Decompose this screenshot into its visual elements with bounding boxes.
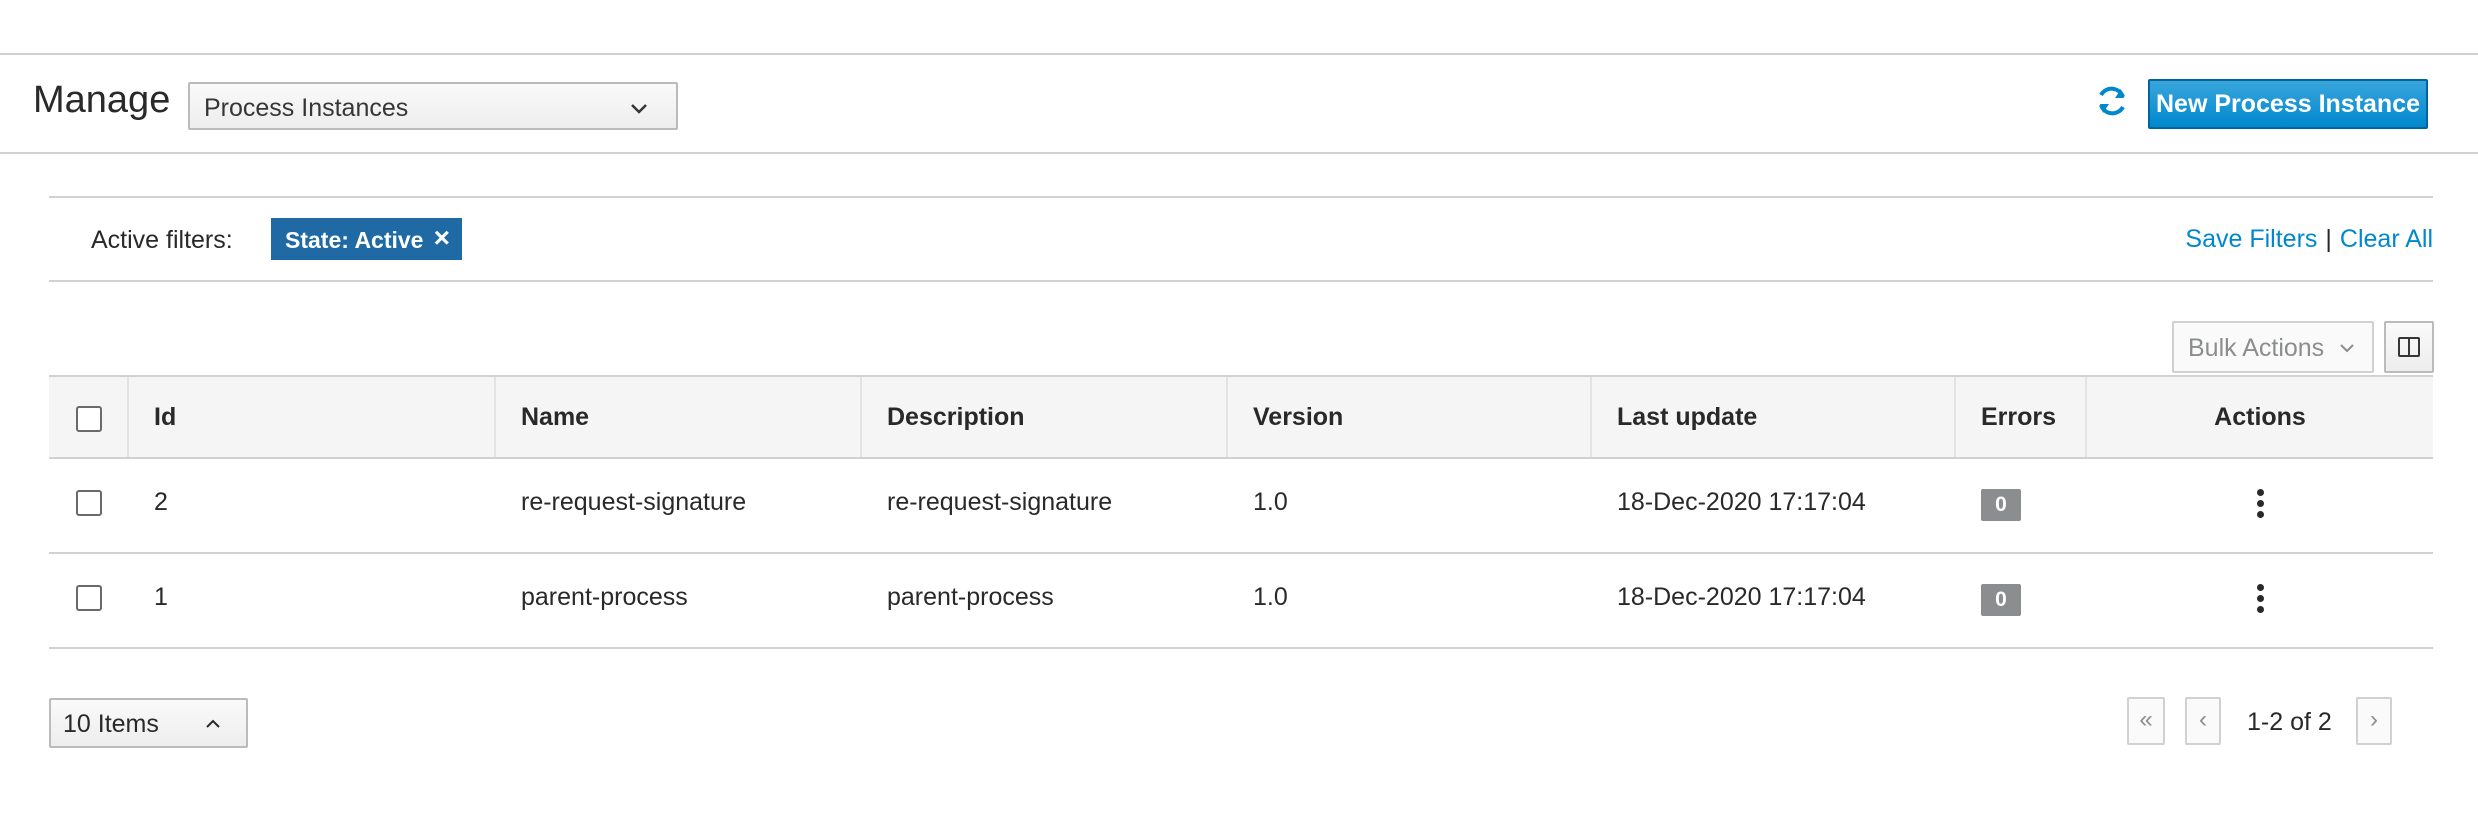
select-all-checkbox[interactable]	[76, 406, 102, 432]
chevron-up-icon	[206, 719, 220, 728]
filter-chip-state: State: Active ×	[271, 218, 462, 260]
columns-icon	[2398, 337, 2420, 357]
column-header-name[interactable]: Name	[496, 377, 862, 457]
cell-version: 1.0	[1253, 583, 1288, 611]
page-title: Manage	[33, 79, 171, 121]
process-instances-table: Id Name Description Version Last update …	[49, 375, 2433, 649]
kebab-menu-icon[interactable]	[2257, 584, 2265, 614]
view-select-value: Process Instances	[204, 94, 409, 122]
cell-id: 2	[154, 488, 168, 516]
cell-description: re-request-signature	[887, 488, 1113, 516]
active-filters-label: Active filters:	[91, 226, 233, 254]
top-strip	[0, 0, 2478, 55]
previous-page-button[interactable]: ‹	[2185, 697, 2221, 745]
table-row: 2 re-request-signature re-request-signat…	[49, 459, 2433, 554]
column-header-errors[interactable]: Errors	[1956, 377, 2087, 457]
view-select[interactable]: Process Instances	[188, 82, 678, 130]
page-range-text: 1-2 of 2	[2247, 708, 2332, 736]
bulk-actions-label: Bulk Actions	[2188, 334, 2325, 362]
column-header-id[interactable]: Id	[129, 377, 496, 457]
cell-name: re-request-signature	[521, 488, 747, 516]
bulk-actions-dropdown[interactable]: Bulk Actions	[2172, 321, 2374, 373]
link-separator: |	[2325, 225, 2332, 253]
column-header-actions: Actions	[2214, 403, 2306, 431]
filter-chip-label: State: Active	[285, 227, 424, 253]
column-header-version[interactable]: Version	[1228, 377, 1592, 457]
row-checkbox[interactable]	[76, 585, 102, 611]
column-header-last-update[interactable]: Last update	[1592, 377, 1956, 457]
clear-all-link[interactable]: Clear All	[2340, 225, 2433, 253]
kebab-menu-icon[interactable]	[2257, 489, 2265, 519]
cell-description: parent-process	[887, 583, 1054, 611]
filter-links: Save Filters | Clear All	[2185, 225, 2433, 254]
cell-name: parent-process	[521, 583, 688, 611]
items-per-page-label: 10 Items	[63, 710, 159, 738]
new-process-instance-button[interactable]: New Process Instance	[2148, 79, 2428, 129]
page-header: Manage Process Instances New Process Ins…	[0, 55, 2478, 154]
save-filters-link[interactable]: Save Filters	[2185, 225, 2317, 253]
first-page-button[interactable]: «	[2127, 697, 2165, 745]
cell-id: 1	[154, 583, 168, 611]
table-header: Id Name Description Version Last update …	[49, 375, 2433, 459]
next-page-button[interactable]: ›	[2356, 697, 2392, 745]
cell-last-update: 18-Dec-2020 17:17:04	[1617, 583, 1866, 611]
close-icon[interactable]: ×	[434, 222, 450, 254]
cell-last-update: 18-Dec-2020 17:17:04	[1617, 488, 1866, 516]
refresh-icon[interactable]	[2094, 83, 2130, 119]
items-per-page-dropdown[interactable]: 10 Items	[49, 698, 248, 748]
active-filters-bar: Active filters: State: Active × Save Fil…	[49, 196, 2433, 282]
chevron-down-icon	[2340, 344, 2354, 353]
table-row: 1 parent-process parent-process 1.0 18-D…	[49, 554, 2433, 649]
errors-badge[interactable]: 0	[1981, 489, 2021, 521]
row-checkbox[interactable]	[76, 490, 102, 516]
chevron-down-icon	[631, 104, 647, 114]
cell-version: 1.0	[1253, 488, 1288, 516]
header-select-cell	[49, 377, 129, 457]
errors-badge[interactable]: 0	[1981, 584, 2021, 616]
column-picker-button[interactable]	[2384, 321, 2434, 373]
column-header-description[interactable]: Description	[862, 377, 1228, 457]
